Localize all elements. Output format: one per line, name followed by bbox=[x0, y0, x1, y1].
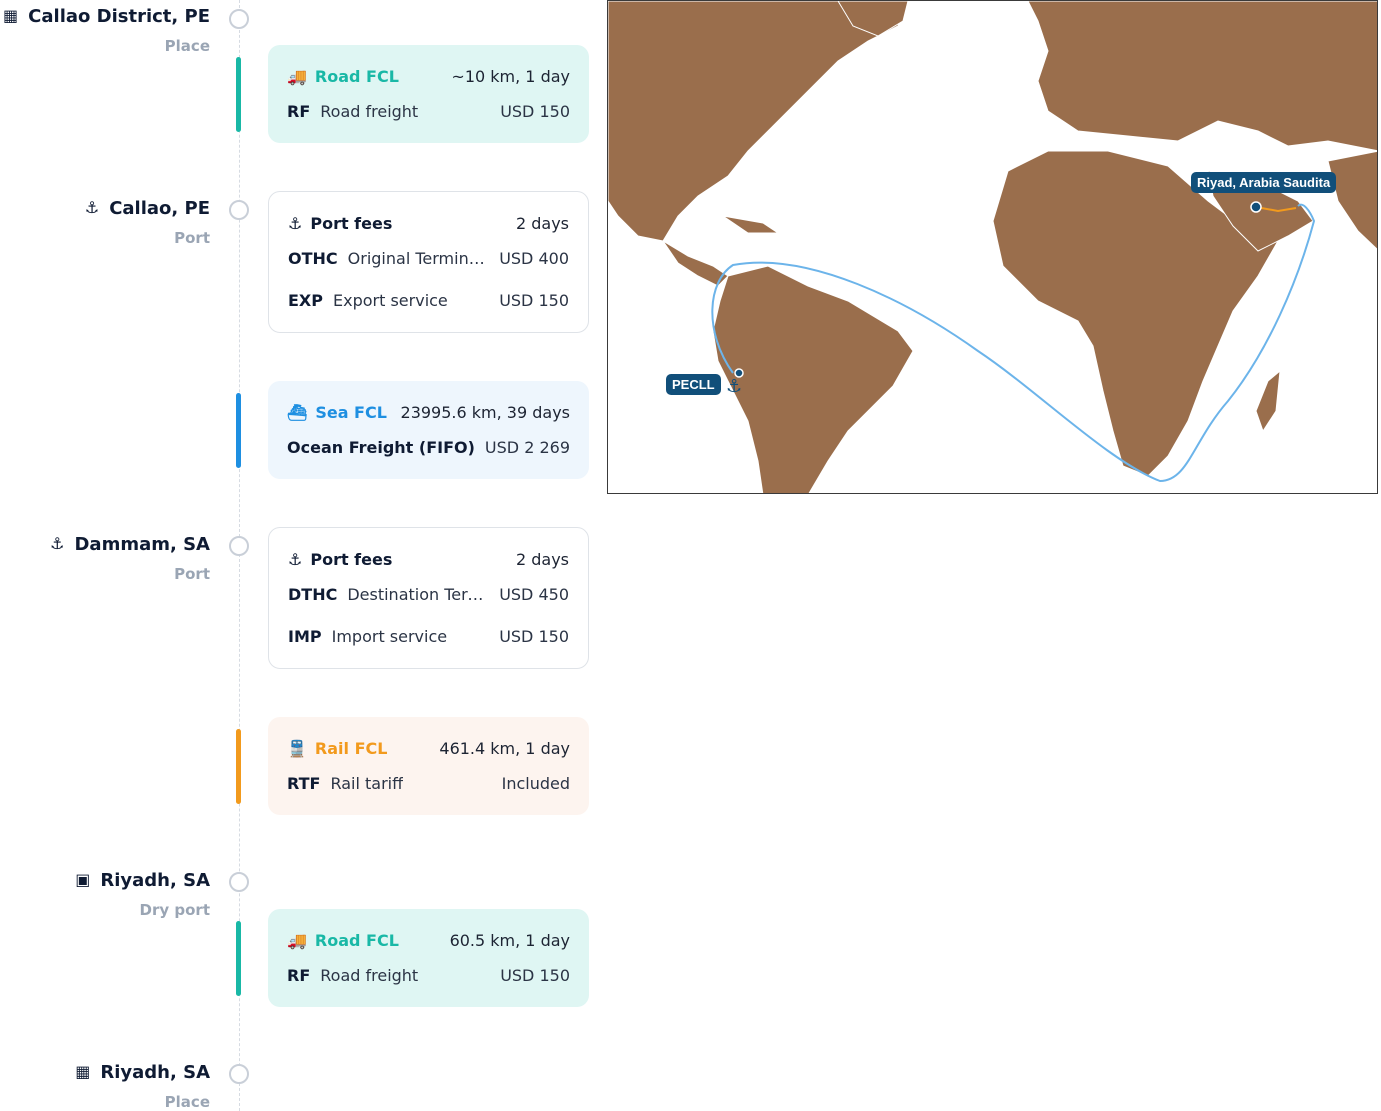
port-fees-card[interactable]: ⚓ Port fees 2 days OTHC Original Terminal H… bbox=[268, 191, 589, 333]
timeline-node bbox=[229, 872, 249, 892]
timeline-node bbox=[229, 9, 249, 29]
leg-summary: ~10 km, 1 day bbox=[451, 67, 570, 86]
stop-name: Callao District, PE bbox=[28, 6, 210, 27]
stop-dry-port: ▣ Riyadh, SA Dry port bbox=[75, 870, 210, 919]
charge-desc: Road freight bbox=[320, 102, 419, 121]
timeline-node bbox=[229, 536, 249, 556]
leg-mode: Road FCL bbox=[314, 67, 399, 86]
stop-name: Callao, PE bbox=[109, 198, 210, 219]
charge-code: RF bbox=[287, 966, 311, 985]
route-map[interactable]: ⚓ PECLL Riyad, Arabia Saudita bbox=[607, 0, 1378, 494]
leg-summary: 461.4 km, 1 day bbox=[439, 739, 570, 758]
landmass-central-america bbox=[662, 240, 729, 287]
stop-kind: Port bbox=[174, 229, 210, 247]
anchor-icon: ⚓ bbox=[288, 214, 303, 233]
ship-icon: ⛴ bbox=[287, 403, 308, 422]
train-icon: 🚆 bbox=[287, 739, 307, 758]
anchor-icon: ⚓ bbox=[288, 550, 303, 569]
destination-tag[interactable]: Riyad, Arabia Saudita bbox=[1191, 172, 1337, 193]
charge-amount: Included bbox=[501, 774, 570, 793]
fees-title: Port fees bbox=[310, 214, 393, 233]
origin-anchor-icon: ⚓ bbox=[726, 376, 742, 397]
charge-desc: Road freight bbox=[320, 966, 419, 985]
charge-amount: USD 400 bbox=[499, 249, 569, 268]
leg-mode: Rail FCL bbox=[314, 739, 388, 758]
road-leg-card[interactable]: 🚚 Road FCL ~10 km, 1 day RF Road freight USD… bbox=[268, 45, 589, 143]
stop-port-origin: ⚓ Callao, PE Port bbox=[85, 198, 210, 247]
building-icon: ▦ bbox=[75, 1062, 91, 1081]
land-masses bbox=[608, 1, 1377, 493]
charge-desc: Destination Terminal Handling Charge bbox=[347, 585, 488, 604]
timeline-node bbox=[229, 1064, 249, 1084]
leg-mode: Road FCL bbox=[314, 931, 399, 950]
landmass-caribbean bbox=[722, 215, 780, 234]
leg-bar-road bbox=[236, 57, 241, 132]
charge-amount: USD 150 bbox=[500, 102, 570, 121]
landmass-india bbox=[1327, 150, 1377, 250]
charge-amount: USD 150 bbox=[499, 627, 569, 646]
building-icon: ▦ bbox=[3, 6, 19, 25]
charge-amount: USD 150 bbox=[499, 291, 569, 310]
stop-kind: Dry port bbox=[139, 901, 210, 919]
truck-icon: 🚚 bbox=[287, 931, 307, 950]
leg-bar-rail bbox=[236, 729, 241, 804]
charge-code: DTHC bbox=[288, 585, 338, 604]
landmass-south-america bbox=[712, 265, 914, 493]
charge-code: RF bbox=[287, 102, 311, 121]
timeline-node bbox=[229, 200, 249, 220]
stop-name: Riyadh, SA bbox=[100, 1062, 210, 1083]
charge-code: EXP bbox=[288, 291, 323, 310]
road-leg-card[interactable]: 🚚 Road FCL 60.5 km, 1 day RF Road freight US… bbox=[268, 909, 589, 1007]
landmass-europe bbox=[1027, 1, 1377, 152]
stop-kind: Place bbox=[164, 37, 210, 55]
anchor-icon: ⚓ bbox=[50, 534, 65, 553]
charge-code: RTF bbox=[287, 774, 321, 793]
leg-mode: Sea FCL bbox=[315, 403, 387, 422]
port-fees-card[interactable]: ⚓ Port fees 2 days DTHC Destination Termina… bbox=[268, 527, 589, 669]
stop-kind: Place bbox=[164, 1093, 210, 1111]
stop-origin: ▦ Callao District, PE Place bbox=[3, 6, 210, 55]
charge-code: OTHC bbox=[288, 249, 338, 268]
fees-summary: 2 days bbox=[515, 214, 569, 233]
charge-desc: Import service bbox=[331, 627, 448, 646]
stop-name: Dammam, SA bbox=[74, 534, 210, 555]
charge-amount: USD 2 269 bbox=[484, 438, 570, 457]
charge-desc: Ocean Freight (FIFO) bbox=[287, 438, 475, 457]
truck-icon: 🚚 bbox=[287, 67, 307, 86]
map-canvas[interactable]: ⚓ bbox=[608, 1, 1378, 494]
rail-leg-card[interactable]: 🚆 Rail FCL 461.4 km, 1 day RTF Rail tariff I… bbox=[268, 717, 589, 815]
warehouse-icon: ▣ bbox=[75, 870, 91, 889]
leg-summary: 60.5 km, 1 day bbox=[449, 931, 570, 950]
leg-bar-sea bbox=[236, 393, 241, 468]
origin-port-tag[interactable]: PECLL bbox=[666, 374, 721, 395]
charge-amount: USD 150 bbox=[500, 966, 570, 985]
charge-desc: Original Terminal Handling Charge bbox=[347, 249, 488, 268]
stop-port-destination: ⚓ Dammam, SA Port bbox=[50, 534, 210, 583]
stop-kind: Port bbox=[174, 565, 210, 583]
leg-summary: 23995.6 km, 39 days bbox=[400, 403, 570, 422]
anchor-icon: ⚓ bbox=[84, 198, 100, 217]
charge-code: IMP bbox=[288, 627, 322, 646]
leg-bar-road bbox=[236, 921, 241, 996]
destination-marker bbox=[1250, 201, 1262, 213]
landmass-north-america bbox=[608, 1, 909, 242]
fees-title: Port fees bbox=[310, 550, 393, 569]
sea-leg-card[interactable]: ⛴ Sea FCL 23995.6 km, 39 days Ocean Freigh… bbox=[268, 381, 589, 479]
landmass-madagascar bbox=[1255, 369, 1281, 433]
stop-name: Riyadh, SA bbox=[100, 870, 210, 891]
fees-summary: 2 days bbox=[515, 550, 569, 569]
charge-amount: USD 450 bbox=[499, 585, 569, 604]
stop-destination: ▦ Riyadh, SA Place bbox=[75, 1062, 210, 1111]
charge-desc: Rail tariff bbox=[330, 774, 404, 793]
charge-desc: Export service bbox=[333, 291, 448, 310]
